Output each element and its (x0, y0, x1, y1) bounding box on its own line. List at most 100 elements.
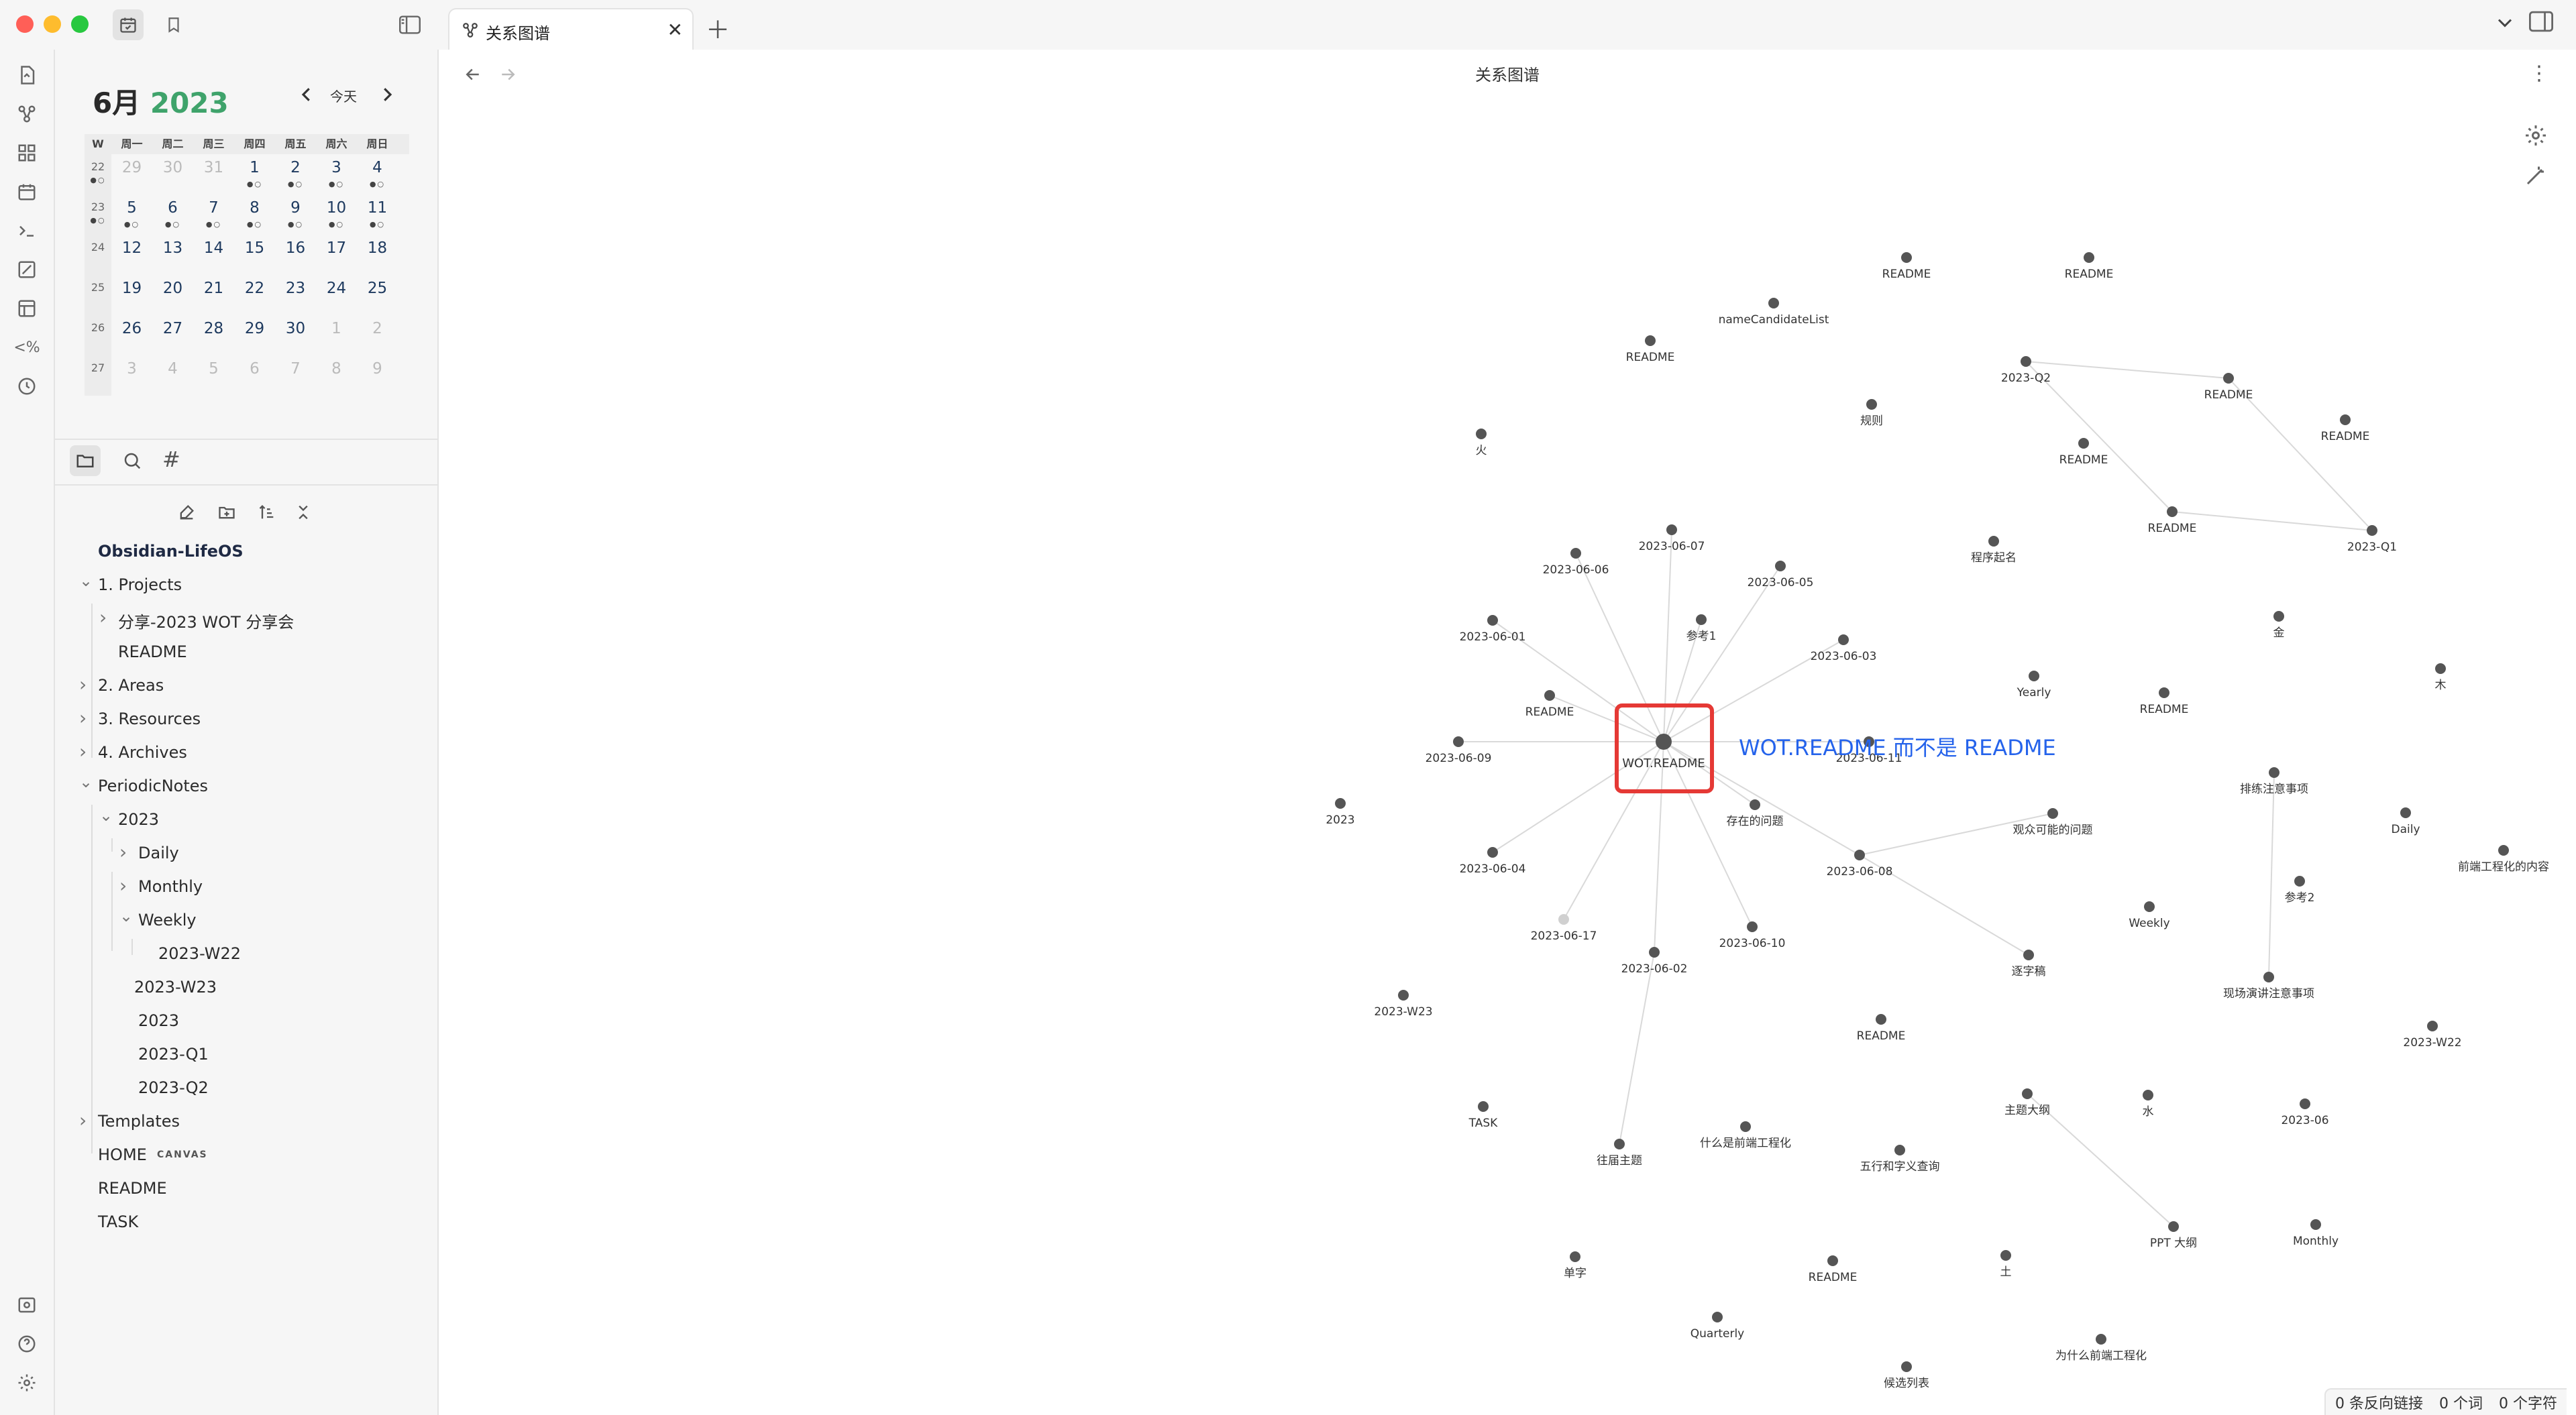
folder-icon[interactable] (70, 445, 101, 476)
calendar-week-number[interactable]: 24 (85, 235, 111, 275)
graph-node[interactable] (2310, 1219, 2321, 1230)
new-folder-icon[interactable] (213, 499, 240, 526)
calendar-day[interactable]: 25 (357, 275, 398, 315)
close-window-button[interactable] (16, 15, 34, 33)
chevron-left-icon[interactable] (297, 84, 317, 107)
file-tree-item[interactable]: › Templates (55, 1107, 437, 1140)
minimize-window-button[interactable] (44, 15, 61, 33)
graph-node[interactable] (2167, 506, 2178, 517)
file-tree-item[interactable]: TASK (55, 1207, 437, 1241)
calendar-day[interactable]: 20 (152, 275, 193, 315)
file-tree-item[interactable]: › 分享-2023 WOT 分享会 (55, 604, 437, 637)
collapse-all-icon[interactable] (290, 499, 317, 526)
graph-node[interactable] (1712, 1312, 1723, 1322)
chevron-right-icon[interactable]: › (79, 673, 87, 695)
graph-node[interactable] (1768, 298, 1779, 308)
graph-node[interactable] (2023, 950, 2034, 960)
chevron-right-icon[interactable]: › (119, 874, 127, 897)
file-tree-item[interactable]: ⌄ 2023 (55, 805, 437, 838)
graph-node[interactable] (1854, 850, 1865, 860)
file-tree-item[interactable]: 2023-Q1 (55, 1039, 437, 1073)
calendar-day[interactable]: 29 (234, 315, 275, 355)
chevron-right-icon[interactable] (377, 84, 397, 107)
calendar-day[interactable]: 28 (193, 315, 234, 355)
calendar-day[interactable]: 1 ●○ (234, 154, 275, 194)
graph-node[interactable] (1476, 429, 1487, 439)
tags-icon[interactable]: # (162, 447, 180, 472)
search-icon[interactable] (117, 445, 148, 476)
graph-node[interactable] (1570, 1251, 1580, 1262)
calendar-day[interactable]: 16 (275, 235, 316, 275)
calendar-day[interactable]: 29 (111, 154, 152, 194)
vault-switcher-icon[interactable] (13, 1292, 40, 1318)
calendar-icon[interactable] (113, 9, 144, 40)
graph-node[interactable] (1901, 252, 1912, 263)
calendar-day[interactable]: 24 (316, 275, 357, 315)
calendar-day[interactable]: 6 (234, 355, 275, 396)
calendar-day[interactable]: 12 (111, 235, 152, 275)
graph-node[interactable] (2294, 876, 2305, 887)
graph-node[interactable] (2047, 808, 2058, 819)
dashboard-icon[interactable] (13, 139, 40, 166)
calendar-day[interactable]: 27 (152, 315, 193, 355)
graph-node[interactable] (2096, 1334, 2106, 1345)
calendar-today-button[interactable]: 今天 (330, 86, 357, 105)
switch-file-icon[interactable] (13, 62, 40, 89)
file-tree-item[interactable]: ⌄ 1. Projects (55, 570, 437, 604)
graph-node[interactable] (2084, 252, 2094, 263)
chevron-down-icon[interactable]: ⌄ (119, 907, 133, 925)
calendar-day[interactable]: 2 ●○ (275, 154, 316, 194)
maximize-window-button[interactable] (71, 15, 89, 33)
graph-node[interactable] (2021, 356, 2031, 367)
file-tree-item[interactable]: README (55, 1174, 437, 1207)
calendar-day[interactable]: 3 ●○ (316, 154, 357, 194)
graph-node[interactable] (2022, 1088, 2033, 1099)
graph-node[interactable] (2427, 1021, 2438, 1031)
file-tree-item[interactable]: ⌄ PeriodicNotes (55, 771, 437, 805)
calendar-day[interactable]: 9 ●○ (275, 194, 316, 235)
graph-node[interactable] (2273, 611, 2284, 622)
graph-node[interactable] (2144, 901, 2155, 912)
file-tree-item[interactable]: 2023-Q2 (55, 1073, 437, 1107)
graph-node[interactable] (1901, 1361, 1912, 1372)
graph-node[interactable] (2078, 438, 2089, 449)
graph-node[interactable] (2029, 671, 2039, 681)
chevron-down-icon[interactable]: ⌄ (79, 571, 93, 590)
toggle-left-sidebar-icon[interactable] (394, 9, 425, 40)
close-tab-icon[interactable]: ✕ (667, 19, 683, 41)
file-tree-item[interactable]: README (55, 637, 437, 671)
calendar-day[interactable]: 8 ●○ (234, 194, 275, 235)
graph-node[interactable] (1747, 921, 1758, 932)
excalidraw-icon[interactable] (13, 256, 40, 283)
calendar-day[interactable]: 4 (152, 355, 193, 396)
graph-node[interactable] (1558, 914, 1569, 925)
graph-node[interactable] (2143, 1090, 2153, 1100)
calendar-day[interactable]: 8 (316, 355, 357, 396)
calendar-day[interactable]: 30 (152, 154, 193, 194)
graph-node[interactable] (2263, 972, 2274, 982)
calendar-icon[interactable] (13, 178, 40, 205)
graph-node[interactable] (1866, 399, 1877, 410)
chevron-right-icon[interactable]: › (119, 841, 127, 863)
graph-node[interactable] (2000, 1250, 2011, 1261)
graph-node[interactable] (2269, 767, 2279, 778)
pomodoro-icon[interactable] (13, 373, 40, 400)
graph-node[interactable] (1876, 1014, 1886, 1025)
graph-node[interactable] (1453, 736, 1464, 747)
calendar-week-number[interactable]: 26 (85, 315, 111, 355)
calendar-day[interactable]: 14 (193, 235, 234, 275)
file-tree-item[interactable]: › 2. Areas (55, 671, 437, 704)
calendar-day[interactable]: 3 (111, 355, 152, 396)
graph-node[interactable] (1750, 799, 1760, 810)
file-tree-item[interactable]: › 3. Resources (55, 704, 437, 738)
calendar-day[interactable]: 6 ●○ (152, 194, 193, 235)
graph-node[interactable] (1478, 1101, 1489, 1112)
graph-node[interactable] (2400, 807, 2411, 818)
graph-node[interactable] (1487, 615, 1498, 626)
graph-node[interactable] (2159, 687, 2169, 698)
calendar-day[interactable]: 21 (193, 275, 234, 315)
calendar-day[interactable]: 13 (152, 235, 193, 275)
calendar-week-number[interactable]: 22 ●○ (85, 154, 111, 194)
calendar-day[interactable]: 9 (357, 355, 398, 396)
graph-node[interactable] (1656, 734, 1672, 750)
